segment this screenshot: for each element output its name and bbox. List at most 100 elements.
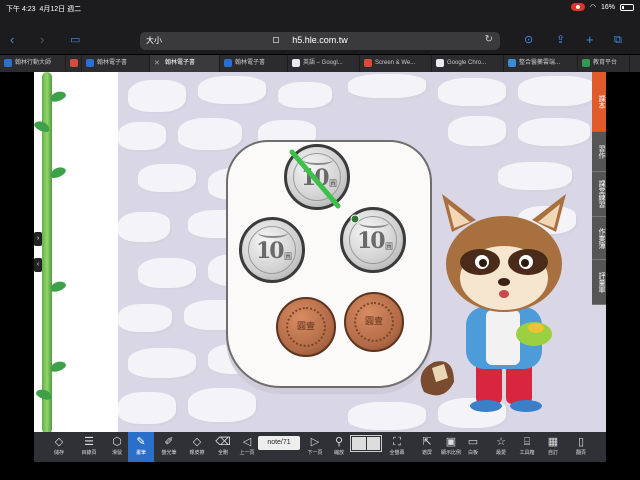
toolbar-label: 最愛 bbox=[495, 450, 506, 456]
browser-tab[interactable]: 翰林行動大師 bbox=[0, 55, 66, 72]
cobblestone bbox=[118, 122, 168, 152]
ten-dollar-coin[interactable]: 10 圓 bbox=[239, 217, 305, 283]
toolbar-button[interactable]: ✐ 螢光筆 bbox=[156, 432, 182, 462]
cobblestone bbox=[278, 82, 334, 110]
toolbar-button[interactable]: ☰ 目錄頁 bbox=[76, 432, 102, 462]
toolbar-button[interactable]: ▯ 翻頁 bbox=[568, 432, 594, 462]
expand-left-icon[interactable]: › bbox=[34, 232, 42, 246]
share-icon[interactable]: ⇪ bbox=[556, 33, 565, 47]
toolbar-label: 滑鼠 bbox=[111, 450, 122, 456]
favicon-icon bbox=[224, 59, 232, 67]
browser-tab[interactable]: 翰林電子書 bbox=[220, 55, 288, 72]
browser-tab[interactable]: 翰林電子書 bbox=[82, 55, 150, 72]
toolbar-button[interactable]: ◁ 上一頁 bbox=[234, 432, 260, 462]
toolbar-button[interactable]: ⇱ 遮屏 bbox=[414, 432, 440, 462]
status-time: 下午 4:23 4月12日 週二 bbox=[6, 6, 82, 13]
browser-tab[interactable]: 整合醫藥雲端... bbox=[504, 55, 578, 72]
wifi-icon: ◠ bbox=[589, 4, 596, 11]
favicon-icon bbox=[364, 59, 372, 67]
screenshot: 下午 4:23 4月12日 週二 ◠ 16% ‹ › ▭ 大小 h5.hle.c… bbox=[0, 0, 640, 480]
favicon-icon bbox=[582, 59, 590, 67]
toolbar-label: 畫筆 bbox=[135, 450, 146, 456]
toolbar-button[interactable]: ☆ 最愛 bbox=[488, 432, 514, 462]
page-view-toggle[interactable] bbox=[350, 435, 382, 452]
coin-purse-clasp bbox=[528, 323, 544, 333]
raccoon-shirt bbox=[486, 310, 520, 365]
side-tab[interactable]: 作業簿 bbox=[592, 217, 606, 260]
prev-icon: ◁ bbox=[242, 436, 252, 448]
one-dollar-coin[interactable]: 圓壹 bbox=[276, 297, 336, 357]
toolbar-label: 下一頁 bbox=[307, 450, 323, 456]
toolbar-button[interactable]: ⛶ 全螢幕 bbox=[384, 432, 410, 462]
highlighter-icon: ✐ bbox=[164, 436, 174, 448]
pen-icon: ✎ bbox=[136, 436, 146, 448]
favicon-icon bbox=[292, 59, 300, 67]
browser-tab[interactable]: 教育平台 bbox=[578, 55, 630, 72]
browser-toolbar: ‹ › ▭ 大小 h5.hle.com.tw ↻ ⊙ ⇪ + ⧉ bbox=[0, 28, 640, 54]
tabs-overview-icon[interactable]: ⧉ bbox=[614, 33, 622, 47]
cobblestone bbox=[138, 164, 198, 194]
ten-dollar-coin[interactable]: 10 圓 bbox=[340, 207, 406, 273]
close-tab-icon[interactable]: ✕ bbox=[154, 55, 160, 72]
tab-label: 英語 – Googl... bbox=[303, 60, 343, 66]
side-tab[interactable]: 習作 bbox=[592, 132, 606, 172]
status-bar: 下午 4:23 4月12日 週二 ◠ 16% bbox=[0, 0, 640, 28]
side-tab[interactable]: 課本 bbox=[592, 72, 606, 132]
coin-value: 10 bbox=[357, 228, 386, 254]
tab-label: 翰林電子書 bbox=[235, 60, 266, 66]
browser-tab[interactable]: ✕ 翰林電子書 bbox=[150, 55, 220, 72]
toc-icon: ☰ bbox=[84, 436, 94, 448]
toolbar-button[interactable]: ▷ 下一頁 bbox=[302, 432, 328, 462]
one-dollar-coin[interactable]: 圓壹 bbox=[344, 292, 404, 352]
cobblestone bbox=[128, 80, 188, 114]
toolbar-label: 縮放 bbox=[333, 450, 344, 456]
toolbar-label: 工具箱 bbox=[519, 450, 535, 456]
toolbar-button[interactable]: ◇ 儲存 bbox=[46, 432, 72, 462]
reload-icon[interactable]: ↻ bbox=[485, 34, 493, 45]
toolbar-button[interactable]: ⌸ 工具箱 bbox=[514, 432, 540, 462]
raccoon-character bbox=[420, 194, 566, 412]
bookmarks-icon[interactable]: ▭ bbox=[70, 33, 80, 47]
browser-tab[interactable] bbox=[66, 55, 82, 72]
new-tab-icon[interactable]: + bbox=[586, 33, 594, 47]
raccoon-nose bbox=[498, 278, 510, 286]
screen-record-icon[interactable] bbox=[570, 3, 585, 11]
coin-unit: 圓 bbox=[385, 242, 393, 251]
toolbar-button[interactable]: ⌫ 全刪 bbox=[210, 432, 236, 462]
toolbar-button[interactable]: ▭ 白板 bbox=[460, 432, 486, 462]
toolbar-button[interactable]: ◇ 橡皮擦 bbox=[184, 432, 210, 462]
cobblestone bbox=[118, 212, 172, 244]
download-icon[interactable]: ⊙ bbox=[524, 33, 533, 47]
toolbar-button[interactable]: ✎ 畫筆 bbox=[128, 432, 154, 462]
star-icon: ☆ bbox=[496, 436, 506, 448]
tab-label: Screen & We... bbox=[375, 60, 416, 66]
back-icon[interactable]: ‹ bbox=[10, 33, 14, 47]
collapse-left-icon[interactable]: ‹ bbox=[34, 258, 42, 272]
side-tab[interactable]: 評量單 bbox=[592, 260, 606, 305]
ten-dollar-coin[interactable]: 10 圓 bbox=[284, 144, 350, 210]
eraser-icon: ◇ bbox=[54, 436, 64, 448]
toolbar-button[interactable]: ▦ 自訂 bbox=[540, 432, 566, 462]
eraser-icon: ◇ bbox=[192, 436, 202, 448]
toolbar-button[interactable]: ⬡ 滑鼠 bbox=[104, 432, 130, 462]
raccoon-mouth bbox=[499, 290, 509, 298]
ebook-page[interactable]: 10 圓 10 圓 10 圓 圓壹 圓壹 bbox=[34, 72, 606, 434]
cobblestone bbox=[518, 118, 592, 148]
coin-unit: 圓 bbox=[284, 252, 292, 261]
cobblestone bbox=[518, 76, 598, 108]
address-bar[interactable]: 大小 h5.hle.com.tw ↻ bbox=[140, 32, 500, 50]
page-number-box[interactable]: note/71 bbox=[258, 436, 300, 450]
browser-tab[interactable]: Screen & We... bbox=[360, 55, 432, 72]
browser-tab[interactable]: Google Chro... bbox=[432, 55, 504, 72]
cobblestone bbox=[178, 118, 244, 152]
forward-icon[interactable]: › bbox=[40, 33, 44, 47]
toolbar-button[interactable]: ⚲ 縮放 bbox=[326, 432, 352, 462]
cobblestone bbox=[188, 388, 258, 424]
cobblestone bbox=[138, 258, 198, 290]
tab-label: 翰林行動大師 bbox=[15, 60, 52, 66]
browser-tab[interactable]: 英語 – Googl... bbox=[288, 55, 360, 72]
page-margin bbox=[34, 72, 118, 434]
tab-label: 翰林電子書 bbox=[165, 60, 196, 66]
side-tab[interactable]: 課堂練習 bbox=[592, 172, 606, 217]
tab-label: Google Chro... bbox=[447, 60, 487, 66]
